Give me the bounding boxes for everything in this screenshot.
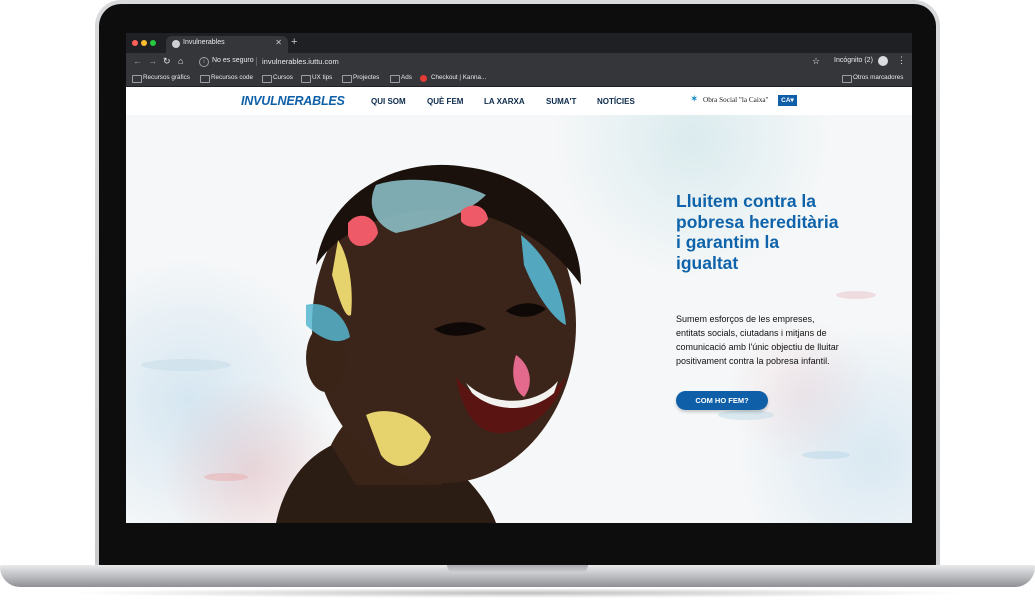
bookmark-star-icon[interactable]: ☆: [812, 56, 820, 67]
nav-qui-som[interactable]: QUI SOM: [371, 97, 406, 106]
bookmark-label: Projectes: [353, 74, 380, 81]
folder-icon: [390, 75, 400, 83]
url-text: invulnerables.iuttu.com: [262, 57, 339, 66]
forward-arrow-icon[interactable]: →: [148, 56, 157, 66]
nav-que-fem[interactable]: QUÈ FEM: [427, 97, 463, 106]
com-ho-fem-button[interactable]: COM HO FEM?: [676, 391, 768, 410]
la-caixa-star-icon: ✶: [690, 94, 699, 105]
tab-favicon-icon: [172, 40, 180, 48]
laptop-screen: Invulnerables ✕ + ← → ↻ ⌂ i No es seguro…: [126, 33, 912, 523]
browser-toolbar: ← → ↻ ⌂ i No es seguro invulnerables.iut…: [126, 53, 912, 71]
site-logo[interactable]: INVULNERABLES: [241, 94, 345, 108]
bookmarks-bar: Recursos gràfics Recursos code Cursos UX…: [126, 71, 912, 87]
new-tab-button[interactable]: +: [291, 36, 297, 48]
tab-close-icon[interactable]: ✕: [275, 38, 282, 47]
laptop-notch: [447, 565, 588, 573]
nav-sumat[interactable]: SUMA'T: [546, 97, 576, 106]
webpage: INVULNERABLES QUI SOM QUÈ FEM LA XARXA S…: [126, 87, 912, 523]
bookmark-label: Recursos code: [211, 74, 253, 81]
back-arrow-icon[interactable]: ←: [133, 56, 142, 66]
bookmark-label: Ads: [401, 74, 412, 81]
browser-tab-bar: Invulnerables ✕ +: [126, 33, 912, 53]
folder-icon: [301, 75, 311, 83]
address-separator: [256, 57, 257, 66]
browser-tab[interactable]: Invulnerables ✕: [166, 36, 288, 53]
security-status: No es seguro: [212, 57, 254, 64]
folder-icon: [342, 75, 352, 83]
bookmark-label: Recursos gràfics: [143, 74, 190, 81]
folder-icon: [262, 75, 272, 83]
bookmark-label: UX tips: [312, 74, 333, 81]
laptop-shadow: [60, 588, 975, 598]
hero-description: Sumem esforços de les empreses, entitats…: [676, 314, 839, 366]
language-selector[interactable]: CA▾: [778, 95, 797, 106]
hero-title: Lluitem contra la pobresa hereditària i …: [676, 191, 839, 273]
info-icon[interactable]: i: [199, 57, 209, 67]
reload-icon[interactable]: ↻: [163, 56, 171, 67]
address-bar[interactable]: i No es seguro invulnerables.iuttu.com: [192, 55, 812, 69]
site-favicon-icon: [420, 75, 427, 82]
nav-la-xarxa[interactable]: LA XARXA: [484, 97, 525, 106]
close-window-button[interactable]: [132, 40, 138, 46]
nav-noticies[interactable]: NOTÍCIES: [597, 97, 635, 106]
incognito-label: Incógnito (2): [834, 57, 873, 64]
minimize-window-button[interactable]: [141, 40, 147, 46]
maximize-window-button[interactable]: [150, 40, 156, 46]
folder-icon: [842, 75, 852, 83]
other-bookmarks-label: Otros marcadores: [853, 74, 904, 81]
browser-menu-icon[interactable]: ⋮: [897, 55, 906, 66]
site-header: INVULNERABLES QUI SOM QUÈ FEM LA XARXA S…: [126, 87, 912, 115]
sponsor-name: Obra Social "la Caixa": [703, 96, 769, 104]
bookmark-label: Checkout | Kanna...: [431, 74, 487, 81]
bookmark-label: Cursos: [273, 74, 293, 81]
incognito-icon[interactable]: [878, 56, 888, 66]
tab-title: Invulnerables: [183, 39, 225, 46]
home-icon[interactable]: ⌂: [178, 56, 183, 66]
folder-icon: [132, 75, 142, 83]
folder-icon: [200, 75, 210, 83]
